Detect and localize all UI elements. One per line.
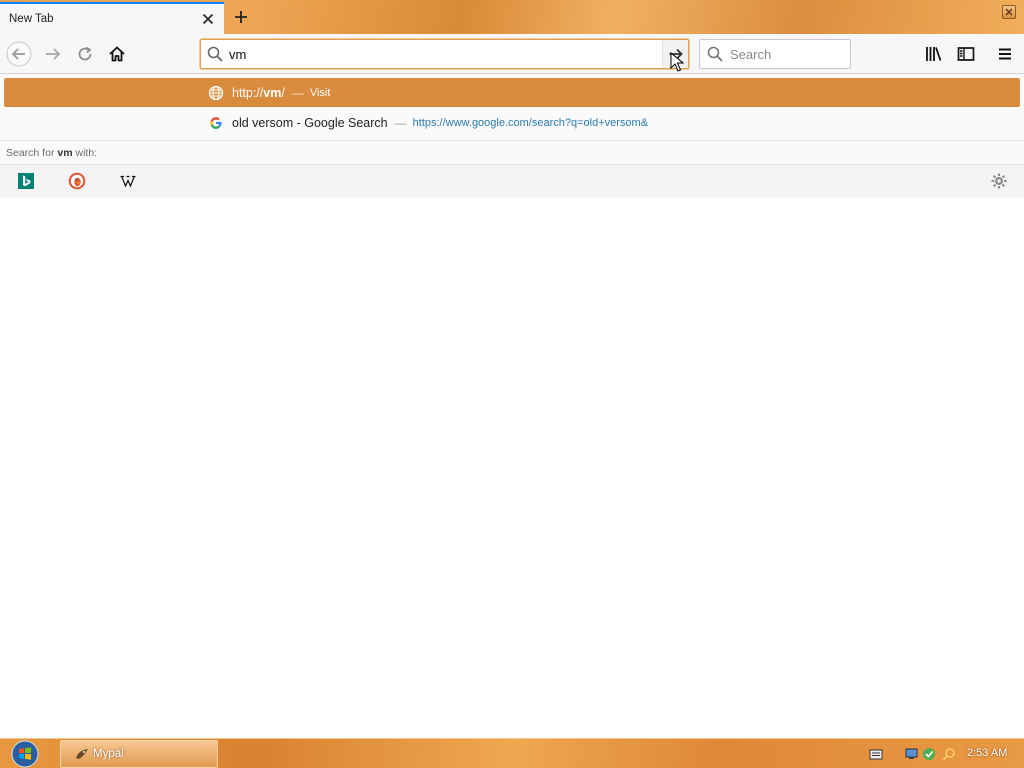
window-close-icon[interactable]	[1002, 5, 1016, 19]
taskbar-item-mypal[interactable]: Mypal	[60, 740, 218, 768]
globe-icon	[208, 85, 224, 101]
google-icon	[208, 115, 224, 131]
search-input[interactable]	[730, 46, 850, 62]
search-box[interactable]	[699, 39, 851, 69]
address-input[interactable]	[229, 41, 662, 67]
tab-strip: New Tab	[0, 0, 1024, 34]
forward-arrow-icon[interactable]	[39, 40, 67, 68]
tab-new-tab[interactable]: New Tab	[0, 2, 224, 34]
search-icon	[201, 40, 229, 68]
search-icon	[700, 46, 730, 62]
suggestion-url: https://www.google.com/search?q=old+vers…	[412, 116, 649, 129]
taskbar: Mypal 2:53 AM	[0, 738, 1024, 768]
tab-title: New Tab	[9, 13, 54, 25]
visit-action-label: Visit	[309, 86, 331, 99]
popup-divider	[0, 140, 1024, 141]
close-tab-icon[interactable]	[196, 7, 220, 31]
windows-start-icon[interactable]	[10, 740, 40, 768]
autocomplete-row-google[interactable]: old versom - Google Search — https://www…	[4, 108, 1020, 137]
update-tray-icon[interactable]	[922, 747, 936, 761]
keyboard-tray-icon[interactable]	[869, 747, 883, 761]
mypal-app-icon	[76, 749, 88, 759]
reload-icon[interactable]	[71, 40, 99, 68]
suggestion-title: old versom - Google Search	[232, 115, 388, 130]
bing-icon[interactable]	[17, 172, 35, 190]
oneoff-suffix: with:	[75, 147, 98, 159]
new-tab-plus-icon[interactable]	[228, 4, 254, 30]
autocomplete-popup: http://vm / — Visit old versom - Google S…	[0, 74, 1024, 199]
oneoff-query: vm	[57, 147, 73, 159]
wikipedia-icon[interactable]	[119, 172, 137, 190]
sidebar-icon[interactable]	[952, 40, 980, 68]
search-tray-icon[interactable]	[942, 747, 956, 761]
visit-url-prefix: http://	[232, 85, 264, 100]
duckduckgo-icon[interactable]	[68, 172, 86, 190]
visit-url-suffix: /	[281, 85, 285, 100]
oneoff-search-label: Search for vm with:	[6, 147, 97, 159]
navigation-toolbar	[0, 34, 1024, 74]
oneoff-engines	[0, 164, 1024, 197]
library-icon[interactable]	[920, 40, 948, 68]
gear-icon[interactable]	[990, 172, 1008, 190]
mouse-cursor-icon	[670, 52, 684, 72]
row-separator: —	[291, 85, 304, 100]
taskbar-item-label: Mypal	[93, 748, 124, 760]
network-tray-icon[interactable]	[905, 747, 919, 761]
autocomplete-row-visit[interactable]: http://vm / — Visit	[4, 78, 1020, 107]
address-bar[interactable]	[200, 39, 689, 69]
home-icon[interactable]	[103, 40, 131, 68]
taskbar-clock[interactable]: 2:53 AM	[967, 747, 1007, 759]
hamburger-menu-icon[interactable]	[991, 40, 1019, 68]
back-arrow-icon[interactable]	[5, 40, 33, 68]
oneoff-prefix: Search for	[6, 147, 55, 159]
visit-url-match: vm	[263, 85, 282, 100]
row-separator: —	[394, 115, 407, 130]
page-content[interactable]	[0, 199, 1024, 738]
